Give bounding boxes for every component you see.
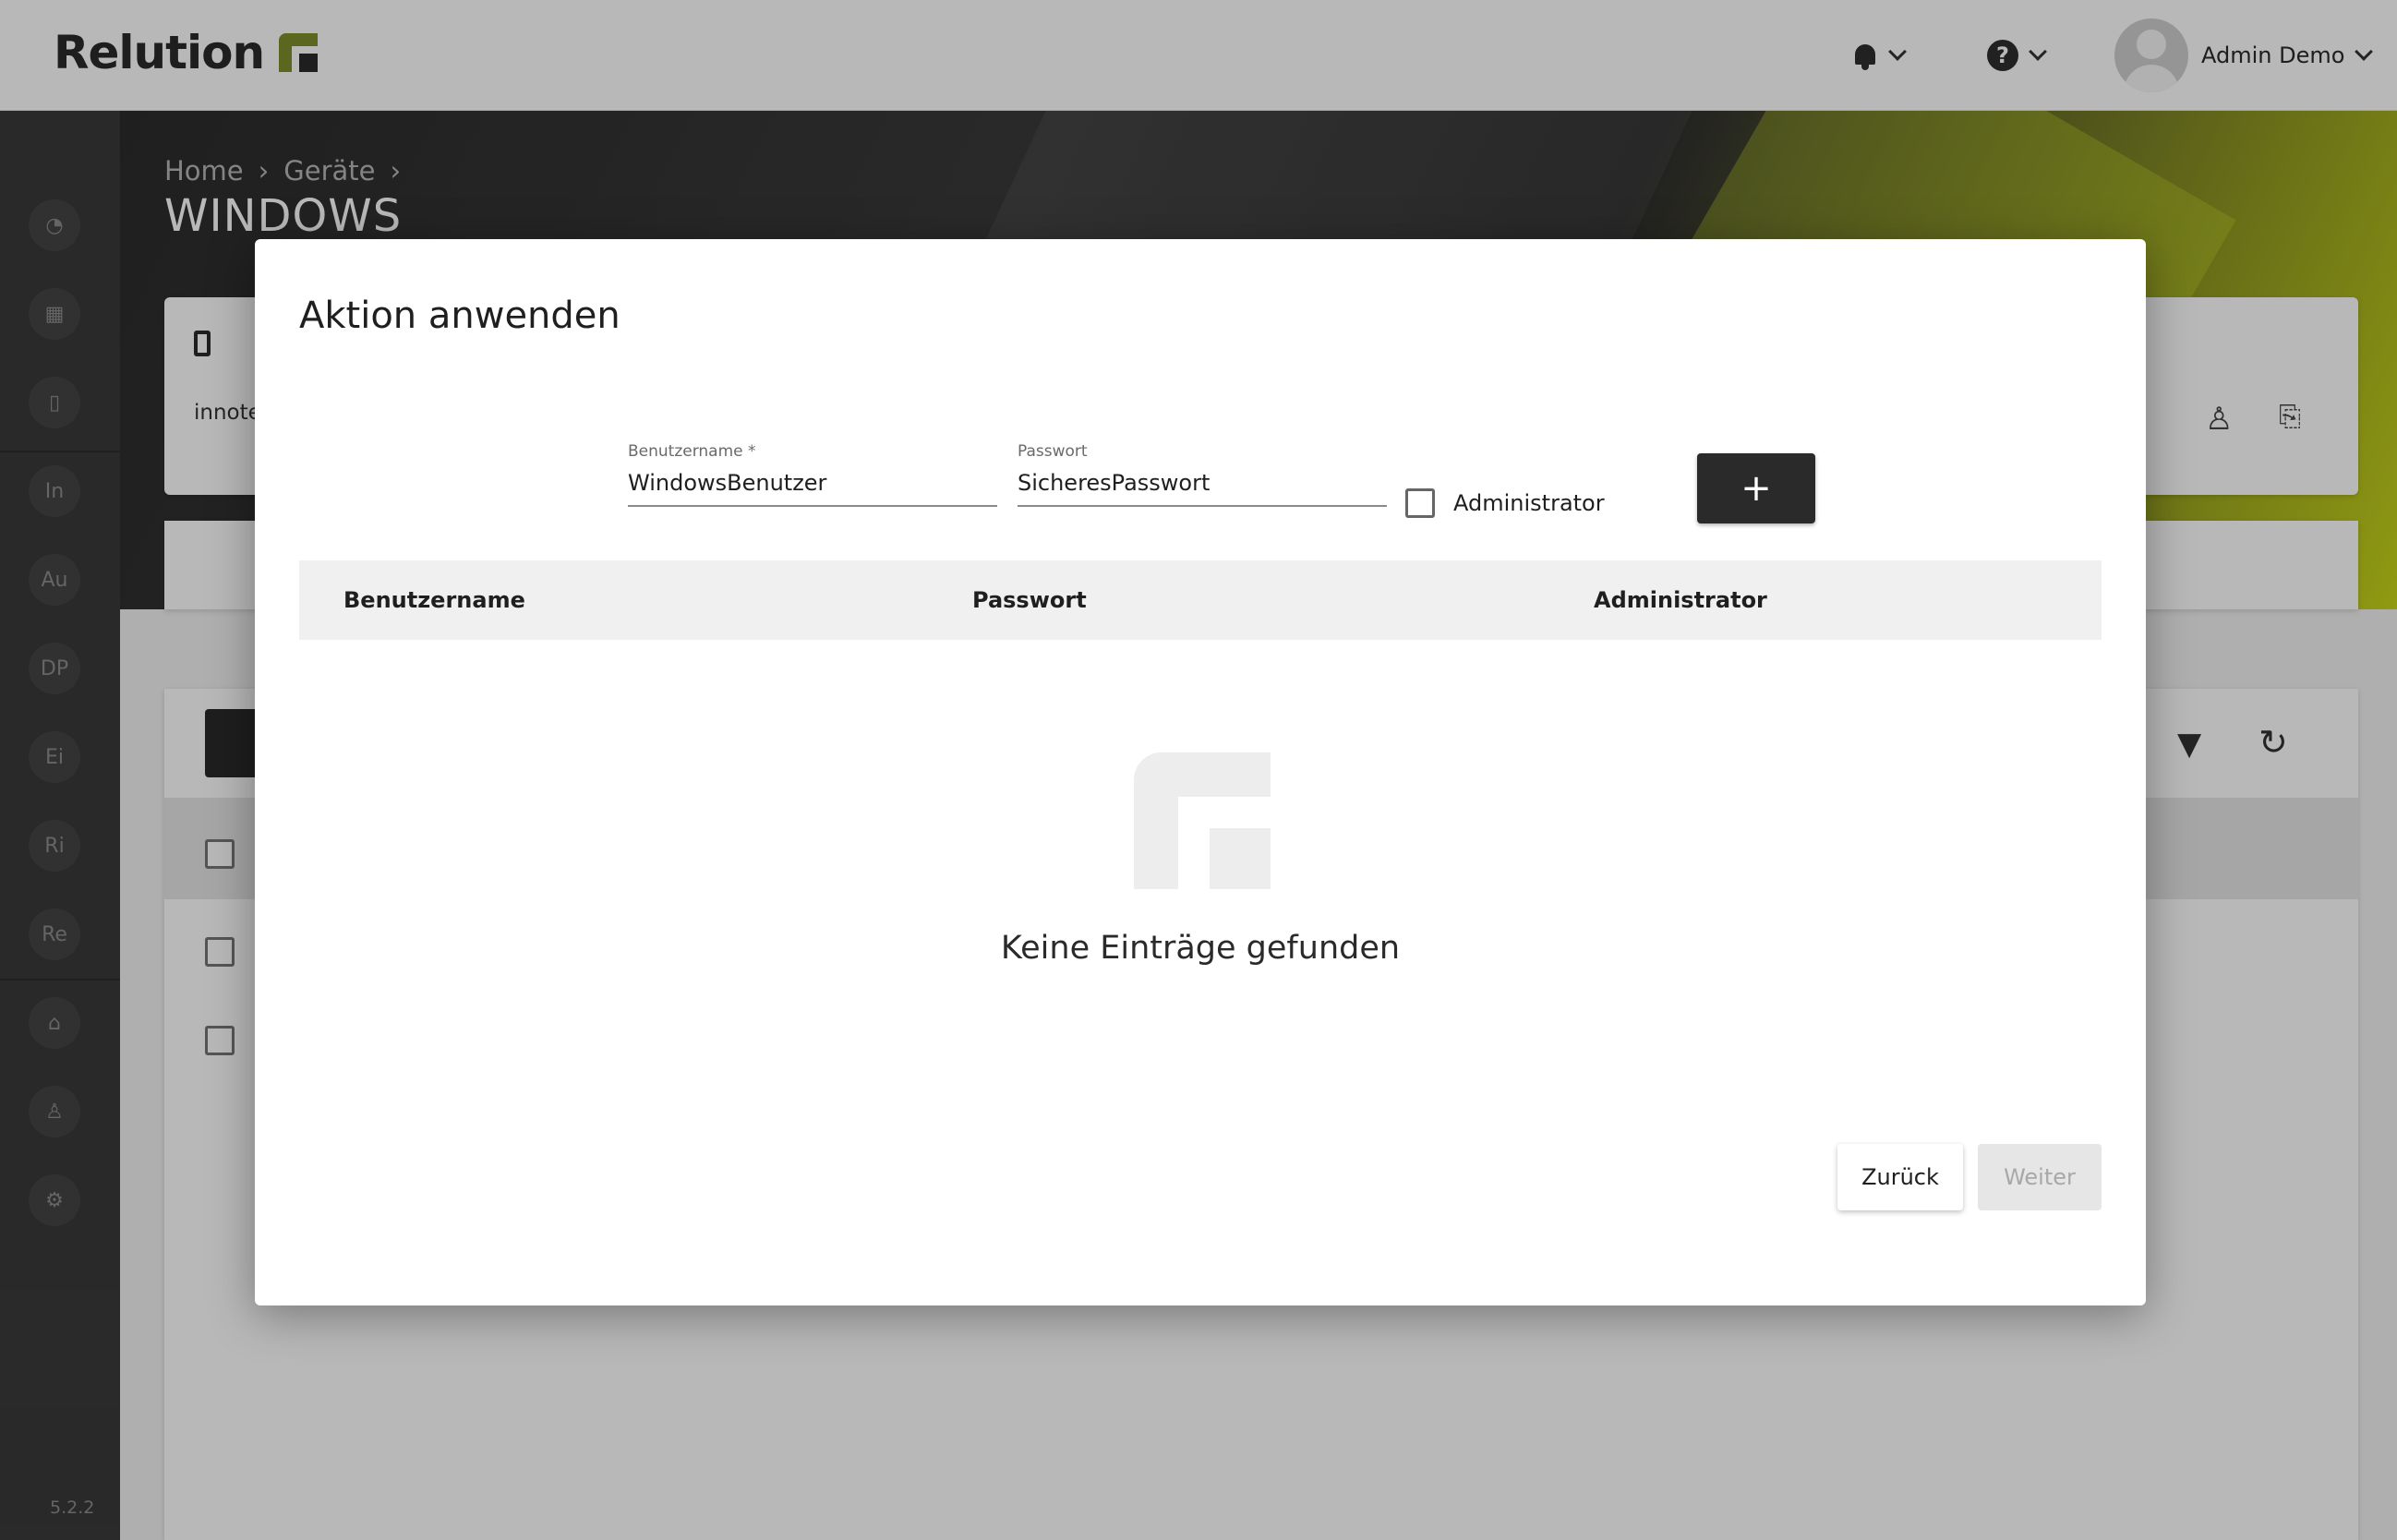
administrator-label: Administrator — [1453, 490, 1605, 516]
empty-state-logo-icon — [1134, 752, 1271, 889]
password-field: Passwort — [1018, 442, 1387, 507]
column-password: Passwort — [972, 587, 1087, 613]
column-administrator: Administrator — [1594, 587, 1767, 613]
apply-action-dialog: Aktion anwenden Benutzername * Passwort … — [255, 239, 2146, 1305]
column-username: Benutzername — [343, 587, 525, 613]
password-label: Passwort — [1018, 442, 1088, 461]
password-input[interactable] — [1018, 470, 1387, 507]
dialog-title: Aktion anwenden — [299, 295, 620, 337]
username-input[interactable] — [628, 470, 997, 507]
next-button[interactable]: Weiter — [1978, 1144, 2102, 1210]
back-button[interactable]: Zurück — [1837, 1144, 1963, 1210]
username-field: Benutzername * — [628, 442, 997, 507]
users-table-header: Benutzername Passwort Administrator — [299, 560, 2102, 640]
username-label: Benutzername * — [628, 442, 756, 461]
administrator-checkbox-group[interactable]: Administrator — [1405, 488, 1605, 518]
empty-state-message: Keine Einträge gefunden — [1000, 930, 1401, 967]
administrator-checkbox[interactable] — [1405, 488, 1435, 518]
add-user-button[interactable]: + — [1697, 453, 1815, 523]
